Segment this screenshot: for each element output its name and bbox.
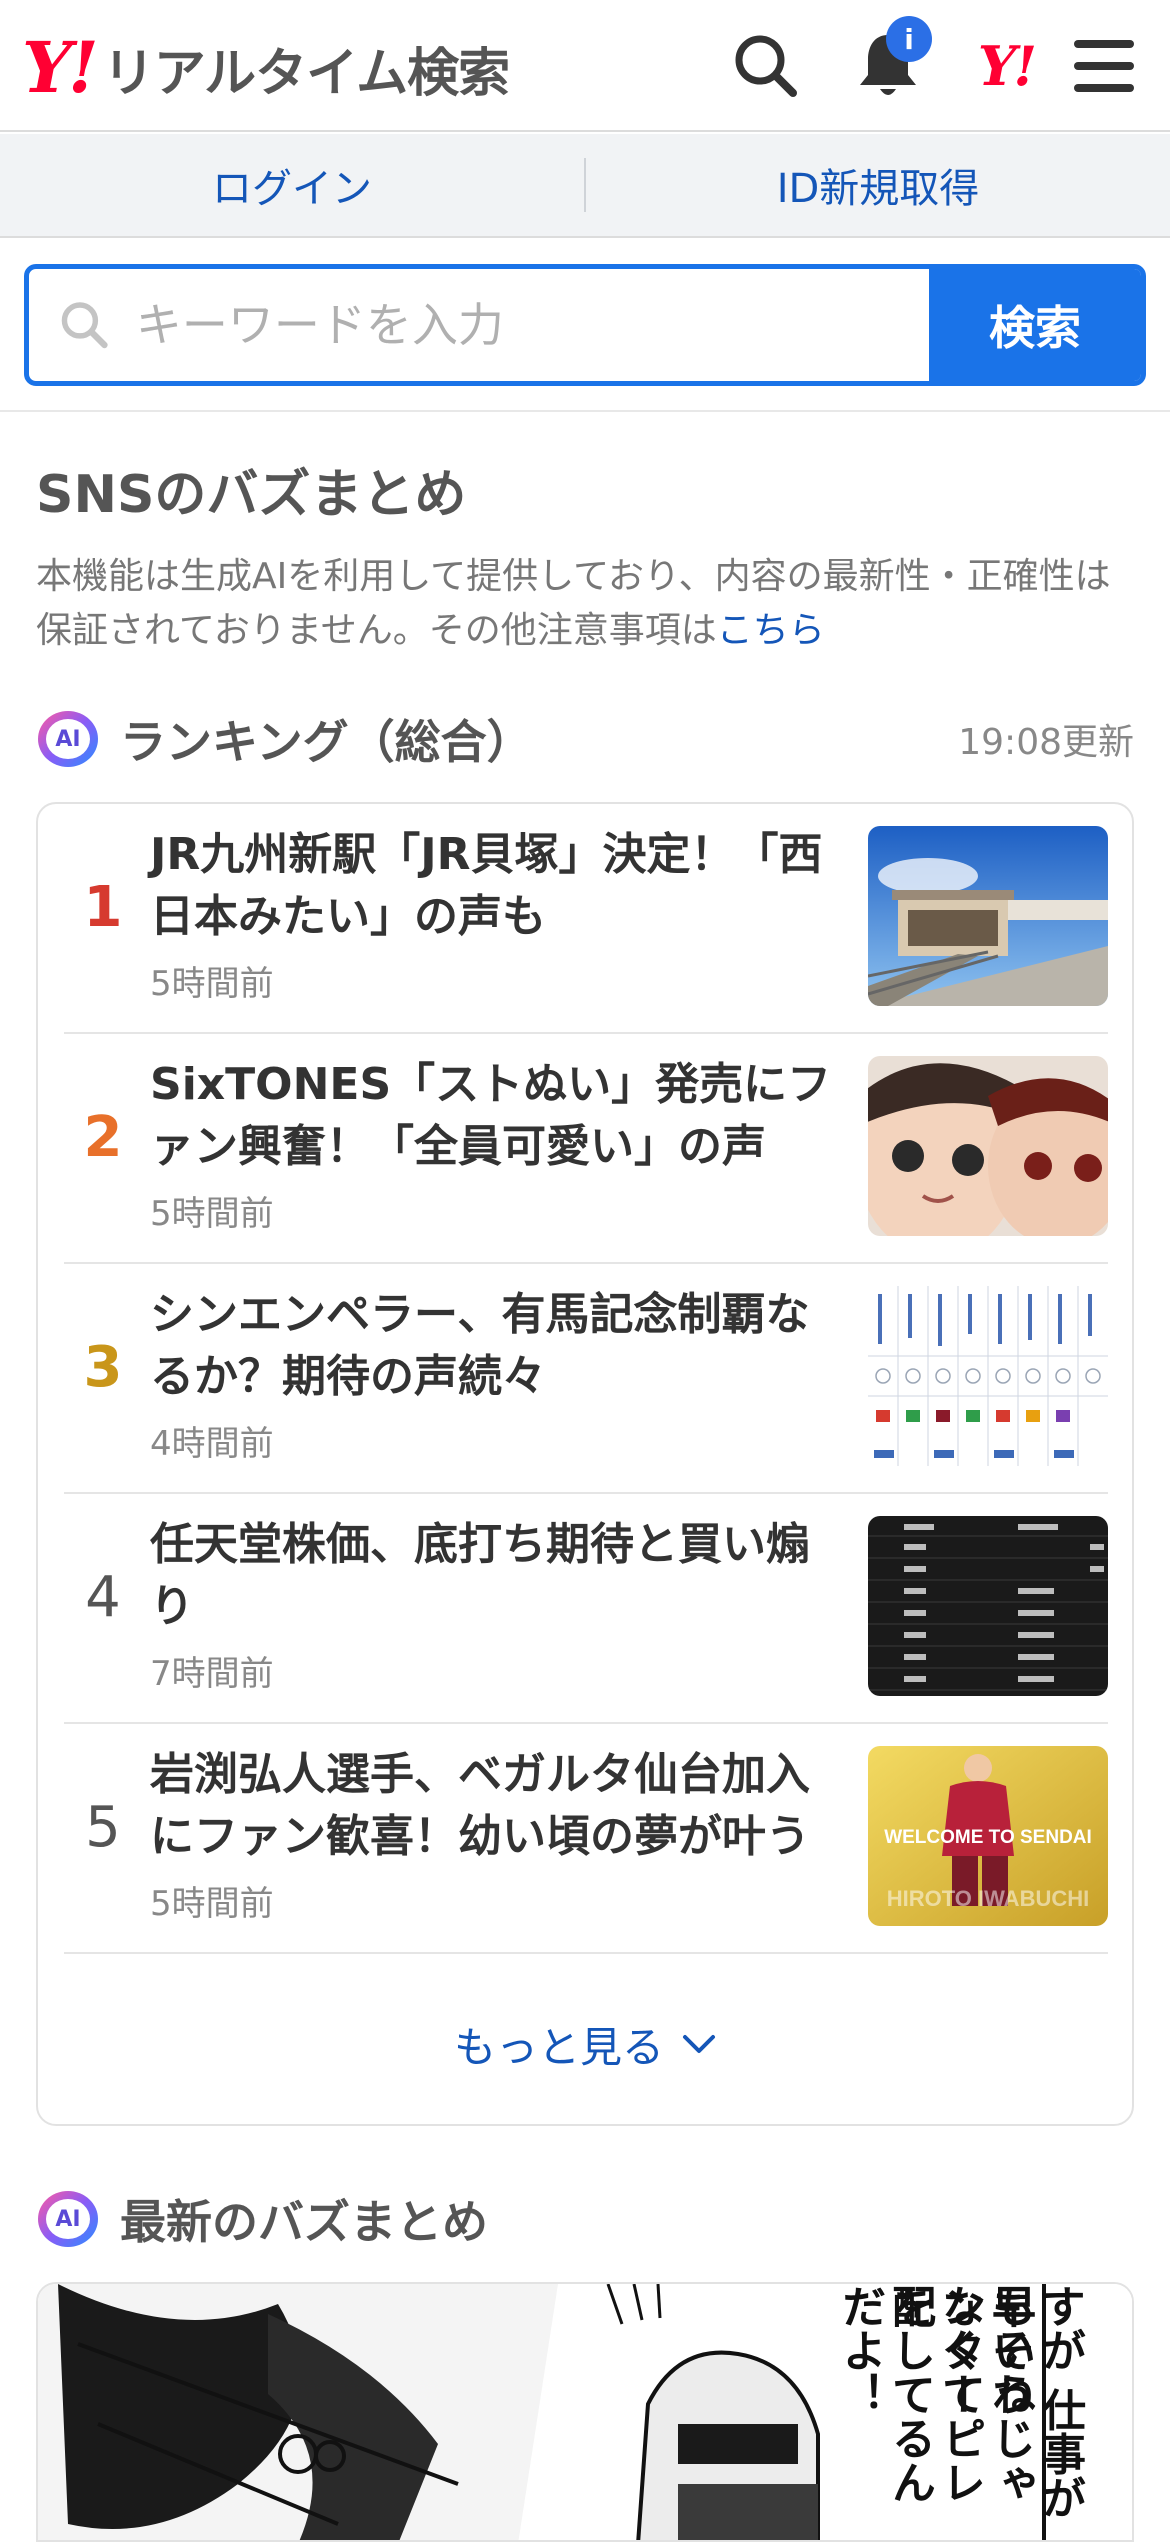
- ranking-title: ランキング（総合）: [120, 715, 533, 769]
- rank-number: 5: [85, 1795, 121, 1860]
- notification-badge: i: [886, 16, 932, 62]
- rank-number: 2: [83, 1105, 123, 1170]
- ranking-item[interactable]: 2 SixTONES「ストぬい」発売にファン興奮！「全員可愛い」の声 5時間前: [64, 1034, 1108, 1264]
- ranking-header: AI ランキング（総合） 19:08更新: [38, 704, 1134, 774]
- yahoo-home-icon[interactable]: Y!: [968, 28, 1044, 104]
- page-title: SNSのバズまとめ: [36, 465, 467, 525]
- ranking-item[interactable]: 4 任天堂株価、底打ち期待と買い煽り 7時間前: [64, 1494, 1108, 1724]
- app-header: Y! リアルタイム検索 i Y!: [0, 0, 1170, 132]
- ai-icon: AI: [38, 711, 98, 767]
- soccer-player-thumbnail[interactable]: WELCOME TO SENDAI HIROTO IWABUCHI: [868, 1746, 1108, 1926]
- manga-speech-line: 配してるんだよ！: [834, 2284, 935, 2504]
- welcome-text: WELCOME TO SENDAI: [884, 1827, 1092, 1848]
- ranking-item-time: 5時間前: [150, 1194, 274, 1234]
- show-more-label: もっと見る: [453, 2022, 664, 2072]
- search-icon[interactable]: [728, 28, 804, 104]
- site-logo[interactable]: Y! リアルタイム検索: [22, 26, 510, 109]
- site-logo-text: リアルタイム検索: [102, 43, 510, 104]
- section-divider: [0, 410, 1170, 412]
- ranking-card: 1 JR九州新駅「JR貝塚」決定！「西日本みたい」の声も 5時間前 2 SixT…: [36, 802, 1134, 2126]
- auth-bar: ログイン ID新規取得: [0, 134, 1170, 238]
- search-field[interactable]: [29, 269, 929, 381]
- ranking-item-time: 7時間前: [150, 1654, 274, 1694]
- latest-header: AI 最新のバズまとめ: [38, 2184, 1134, 2254]
- ai-icon: AI: [38, 2191, 98, 2247]
- stock-table-thumbnail[interactable]: [868, 1516, 1108, 1696]
- search-button[interactable]: 検索: [929, 269, 1141, 381]
- yahoo-logo-mark: Y!: [22, 26, 99, 109]
- notification-bell-icon[interactable]: i: [850, 16, 932, 104]
- ranking-updated-time: 19:08更新: [958, 722, 1134, 763]
- plush-doll-thumbnail[interactable]: [868, 1056, 1108, 1236]
- ai-disclaimer-text: 本機能は生成AIを利用して提供しており、内容の最新性・正確性は保証されておりませ…: [36, 556, 1111, 651]
- search-field-icon: [61, 302, 108, 349]
- ranking-item-title[interactable]: 岩渕弘人選手、ベガルタ仙台加入にファン歓喜！幼い頃の夢が叶う: [150, 1744, 840, 1868]
- player-name-watermark: HIROTO IWABUCHI: [887, 1886, 1089, 1911]
- yahoo-mark: Y!: [977, 34, 1037, 98]
- ranking-item-time: 4時間前: [150, 1424, 274, 1464]
- ranking-item[interactable]: 5 岩渕弘人選手、ベガルタ仙台加入にファン歓喜！幼い頃の夢が叶う 5時間前 WE…: [64, 1724, 1108, 1954]
- ranking-item-title[interactable]: JR九州新駅「JR貝塚」決定！「西日本みたい」の声も: [150, 824, 840, 948]
- latest-title: 最新のバズまとめ: [120, 2195, 488, 2249]
- show-more-button[interactable]: もっと見る: [38, 1994, 1132, 2094]
- ranking-item[interactable]: 1 JR九州新駅「JR貝塚」決定！「西日本みたい」の声も 5時間前: [64, 804, 1108, 1034]
- disclaimer-link[interactable]: こちら: [717, 610, 825, 651]
- ranking-item-time: 5時間前: [150, 1884, 274, 1924]
- search-form: 検索: [24, 264, 1146, 386]
- signup-link[interactable]: ID新規取得: [586, 134, 1170, 236]
- race-table-thumbnail[interactable]: [868, 1286, 1108, 1466]
- manga-thumbnail[interactable]: すが 仕事が早いね もそうじゃなくて ンターピレを 配してるんだよ！: [36, 2282, 1134, 2542]
- station-thumbnail[interactable]: [868, 826, 1108, 1006]
- login-link[interactable]: ログイン: [0, 134, 584, 236]
- ranking-item-title[interactable]: 任天堂株価、底打ち期待と買い煽り: [150, 1514, 840, 1638]
- rank-number: 4: [85, 1565, 121, 1630]
- ranking-item-title[interactable]: SixTONES「ストぬい」発売にファン興奮！「全員可愛い」の声: [150, 1054, 840, 1178]
- chevron-down-icon: [683, 2035, 715, 2053]
- rank-number: 1: [83, 875, 123, 940]
- search-input[interactable]: [133, 297, 929, 353]
- ranking-item[interactable]: 3 シンエンペラー、有馬記念制覇なるか？期待の声続々 4時間前: [64, 1264, 1108, 1494]
- ai-disclaimer: 本機能は生成AIを利用して提供しており、内容の最新性・正確性は保証されておりませ…: [36, 550, 1136, 658]
- menu-icon[interactable]: [1066, 28, 1142, 104]
- ranking-item-time: 5時間前: [150, 964, 274, 1004]
- ranking-item-title[interactable]: シンエンペラー、有馬記念制覇なるか？期待の声続々: [150, 1284, 840, 1408]
- rank-number: 3: [83, 1335, 123, 1400]
